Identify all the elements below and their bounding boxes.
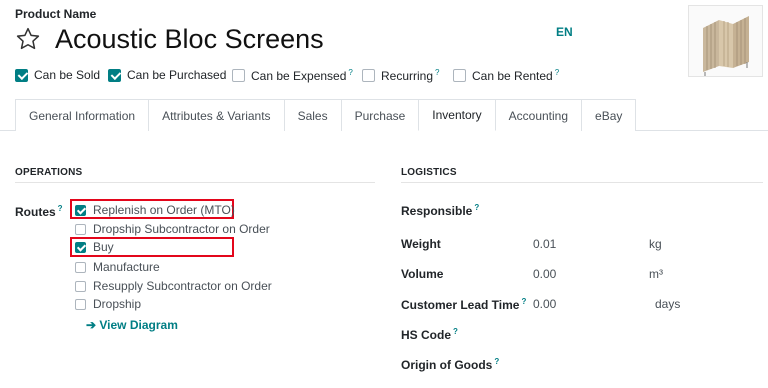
volume-input[interactable]: 0.00 bbox=[533, 267, 556, 281]
route-checkbox[interactable] bbox=[75, 261, 86, 273]
tab-inventory[interactable]: Inventory bbox=[418, 99, 496, 131]
tab-ebay[interactable]: eBay bbox=[581, 99, 637, 131]
route-checkbox[interactable] bbox=[75, 280, 86, 292]
flag-label: Can be Expensed? bbox=[251, 68, 353, 83]
flag-label: Can be Rented? bbox=[472, 68, 560, 83]
weight-label: Weight bbox=[401, 237, 441, 251]
volume-label: Volume bbox=[401, 267, 444, 281]
operations-heading: OPERATIONS bbox=[15, 167, 83, 178]
route-checkbox[interactable] bbox=[75, 298, 86, 310]
flag-label: Recurring? bbox=[381, 68, 440, 83]
checkbox-can-be-expensed[interactable] bbox=[232, 69, 245, 82]
route-label: Buy bbox=[93, 240, 114, 254]
route-checkbox[interactable] bbox=[75, 223, 86, 235]
route-label: Dropship bbox=[93, 297, 142, 311]
responsible-label: Responsible? bbox=[401, 203, 480, 218]
product-title[interactable]: Acoustic Bloc Screens bbox=[55, 24, 324, 55]
product-image[interactable] bbox=[688, 5, 763, 77]
star-icon[interactable] bbox=[15, 26, 41, 52]
tab-purchase[interactable]: Purchase bbox=[340, 99, 420, 131]
flag-can-be-rented[interactable]: Can be Rented? bbox=[453, 68, 559, 83]
route-label: Replenish on Order (MTO) bbox=[93, 203, 235, 217]
tab-attributes-variants[interactable]: Attributes & Variants bbox=[148, 99, 285, 131]
route-item[interactable]: Resupply Subcontractor on Order bbox=[75, 279, 272, 293]
logistics-divider bbox=[401, 182, 763, 183]
logistics-heading: LOGISTICS bbox=[401, 167, 457, 178]
origin-of-goods-label: Origin of Goods? bbox=[401, 357, 500, 372]
customer-lead-time-input[interactable]: 0.00 bbox=[533, 297, 556, 311]
flag-can-be-sold[interactable]: Can be Sold bbox=[15, 68, 100, 82]
hs-code-label: HS Code? bbox=[401, 327, 458, 342]
route-item[interactable]: Buy bbox=[75, 240, 114, 254]
acoustic-screen-image bbox=[703, 16, 749, 76]
route-item[interactable]: Manufacture bbox=[75, 260, 160, 274]
flag-label: Can be Sold bbox=[34, 68, 101, 82]
route-item[interactable]: Dropship bbox=[75, 297, 141, 311]
flag-recurring[interactable]: Recurring? bbox=[362, 68, 439, 83]
route-checkbox[interactable] bbox=[75, 204, 86, 216]
tab-sales[interactable]: Sales bbox=[283, 99, 342, 131]
route-item[interactable]: Dropship Subcontractor on Order bbox=[75, 222, 270, 236]
language-button[interactable]: EN bbox=[556, 25, 573, 39]
route-label: Manufacture bbox=[93, 260, 160, 274]
flag-label: Can be Purchased bbox=[127, 68, 227, 82]
checkbox-recurring[interactable] bbox=[362, 69, 375, 82]
operations-divider bbox=[15, 182, 375, 183]
checkbox-can-be-purchased[interactable] bbox=[108, 68, 121, 82]
route-label: Resupply Subcontractor on Order bbox=[93, 279, 272, 293]
checkbox-can-be-sold[interactable] bbox=[15, 68, 28, 82]
notebook-tabs: General Information Attributes & Variant… bbox=[15, 99, 637, 131]
tab-accounting[interactable]: Accounting bbox=[494, 99, 583, 131]
customer-lead-time-label: Customer Lead Time? bbox=[401, 297, 527, 312]
flag-can-be-purchased[interactable]: Can be Purchased bbox=[108, 68, 226, 82]
tab-general-information[interactable]: General Information bbox=[15, 99, 150, 131]
product-name-label: Product Name bbox=[15, 7, 97, 21]
weight-unit: kg bbox=[649, 237, 662, 251]
view-diagram-link[interactable]: ➔ View Diagram bbox=[86, 318, 178, 332]
weight-input[interactable]: 0.01 bbox=[533, 237, 556, 251]
checkbox-can-be-rented[interactable] bbox=[453, 69, 466, 82]
volume-unit: m³ bbox=[649, 267, 663, 281]
route-item[interactable]: Replenish on Order (MTO) bbox=[75, 203, 235, 217]
customer-lead-time-unit: days bbox=[655, 297, 681, 311]
route-label: Dropship Subcontractor on Order bbox=[93, 222, 270, 236]
flag-can-be-expensed[interactable]: Can be Expensed? bbox=[232, 68, 353, 83]
routes-label: Routes? bbox=[15, 204, 63, 219]
route-checkbox[interactable] bbox=[75, 241, 86, 253]
